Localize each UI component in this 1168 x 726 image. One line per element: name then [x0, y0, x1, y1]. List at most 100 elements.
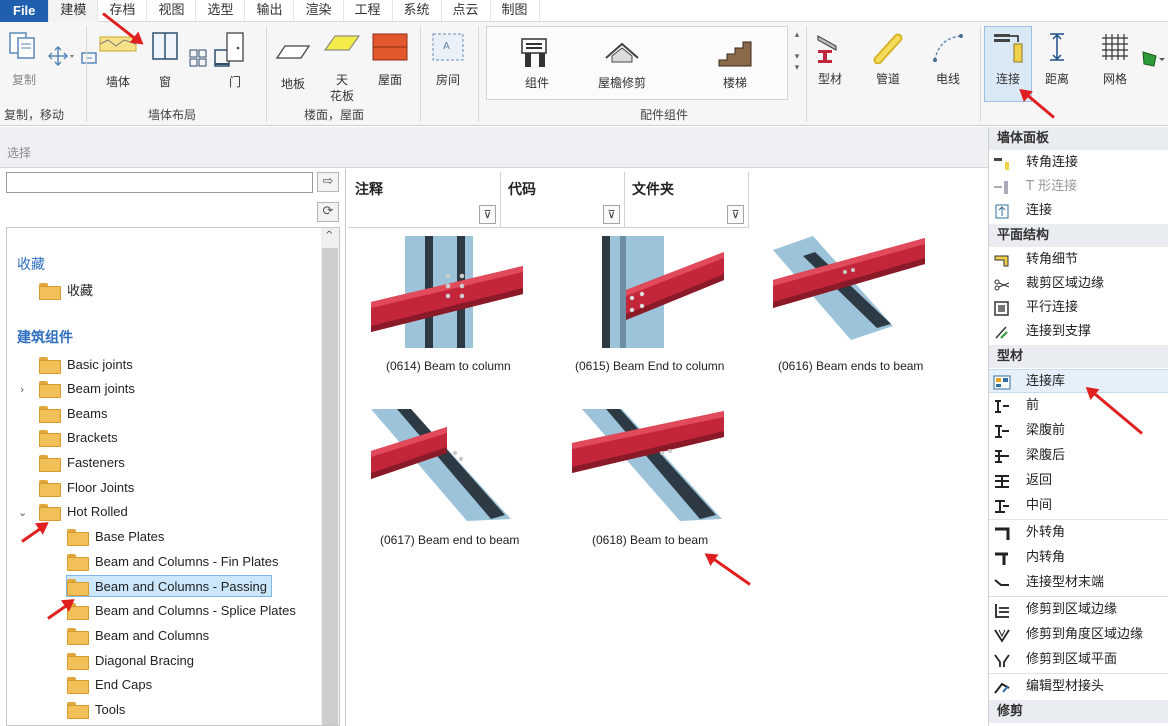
expand-icon[interactable]: › — [20, 383, 24, 396]
menu-project[interactable]: 工程 — [344, 0, 393, 22]
window-button[interactable]: 窗 — [148, 32, 182, 90]
menu-system[interactable]: 系统 — [393, 0, 442, 22]
search-input[interactable] — [6, 172, 313, 193]
column-header-code[interactable]: 代码 ⊽ — [501, 172, 625, 228]
item-0617-caption[interactable]: (0617) Beam end to beam — [380, 533, 519, 547]
filter-icon[interactable]: ⊽ — [479, 205, 496, 224]
menu-t-connect[interactable]: T 形连接 — [989, 175, 1168, 199]
menu-corner-connect[interactable]: 转角连接 — [989, 151, 1168, 175]
pipe-button[interactable]: 管道 — [868, 30, 908, 87]
component-button[interactable]: 组件 — [514, 36, 560, 91]
menu-outer-corner[interactable]: 外转角 — [989, 521, 1168, 545]
scroll-up-icon[interactable]: ^ — [325, 230, 333, 241]
menu-inner-corner[interactable]: 内转角 — [989, 546, 1168, 570]
menu-selection[interactable]: 选型 — [196, 0, 246, 22]
item-0615[interactable] — [572, 236, 724, 352]
tree-item-splice-plates[interactable]: Beam and Columns - Splice Plates — [67, 600, 296, 622]
tree-item-base-plates[interactable]: Base Plates — [67, 526, 164, 548]
tree-item-fin-plates[interactable]: Beam and Columns - Fin Plates — [67, 551, 279, 573]
room-button[interactable]: A 房间 — [428, 32, 468, 88]
item-0614-caption[interactable]: (0614) Beam to column — [386, 359, 511, 373]
tree-item-floor-joints[interactable]: Floor Joints — [39, 477, 134, 499]
menu-return[interactable]: 返回 — [989, 469, 1168, 493]
menu-archive[interactable]: 存档 — [98, 0, 148, 22]
tree-item-tools[interactable]: Tools — [67, 699, 125, 721]
menu-corner-detail[interactable]: 转角细节 — [989, 248, 1168, 272]
roof-button[interactable]: 屋面 — [368, 32, 412, 88]
menu-wall-connect[interactable]: 连接 — [989, 199, 1168, 223]
tree-item-favorites[interactable]: 收藏 — [39, 280, 93, 302]
scroll-thumb[interactable] — [322, 248, 338, 725]
menu-file[interactable]: File — [0, 0, 50, 22]
column-header-folder[interactable]: 文件夹 ⊽ — [625, 172, 749, 228]
door-button[interactable]: 门 — [222, 32, 248, 90]
menu-connect-profile-end[interactable]: 连接型材末端 — [989, 571, 1168, 595]
tree-item-beams[interactable]: Beams — [39, 403, 107, 425]
tree-item-hot-rolled[interactable]: Hot Rolled — [39, 501, 128, 523]
column-header-comment[interactable]: 注释 ⊽ — [348, 172, 501, 228]
grid-button[interactable]: 网格 — [1094, 30, 1136, 87]
menu-front[interactable]: 前 — [989, 394, 1168, 418]
item-0615-caption[interactable]: (0615) Beam End to column — [575, 359, 724, 373]
distance-button[interactable]: 距离 — [1036, 30, 1078, 87]
menu-pointcloud[interactable]: 点云 — [442, 0, 491, 22]
gallery-scroll[interactable]: ▴ ▾ ▾ — [791, 30, 803, 74]
menu-connection-library[interactable]: 连接库 — [989, 369, 1168, 393]
tree-scrollbar[interactable]: ^ — [321, 228, 339, 725]
menu-item-label: 连接型材末端 — [1026, 575, 1105, 590]
menu-connect-support[interactable]: 连接到支撑 — [989, 320, 1168, 344]
copy-label: 复制 — [11, 73, 36, 87]
stairs-button[interactable]: 楼梯 — [712, 36, 758, 91]
window-grid-button[interactable] — [188, 36, 230, 71]
item-0617[interactable] — [371, 409, 523, 525]
menu-web-back[interactable]: 梁腹后 — [989, 444, 1168, 468]
tree-item-beam-and-columns[interactable]: Beam and Columns — [67, 625, 209, 647]
tree-item-beam-joints[interactable]: Beam joints — [39, 378, 135, 400]
tree-item-label: Beam and Columns - Fin Plates — [95, 554, 279, 569]
menu-trim-to-area-edge[interactable]: 修剪到区域边缘 — [989, 598, 1168, 622]
eaves-button[interactable]: 屋檐修剪 — [590, 36, 654, 91]
extra-tools-button[interactable] — [1140, 34, 1168, 73]
item-0616[interactable] — [773, 236, 925, 352]
item-0616-caption[interactable]: (0616) Beam ends to beam — [778, 359, 923, 373]
tree-item-diagonal-bracing[interactable]: Diagonal Bracing — [67, 650, 194, 672]
copy-button[interactable]: 复制 — [4, 30, 44, 88]
item-0618-caption[interactable]: (0618) Beam to beam — [592, 533, 708, 547]
go-button[interactable]: ⇨ — [317, 172, 339, 192]
menu-output[interactable]: 输出 — [245, 0, 295, 22]
filter-icon[interactable]: ⊽ — [727, 205, 744, 224]
move-button[interactable] — [47, 34, 97, 69]
item-0618[interactable] — [572, 409, 724, 525]
refresh-button[interactable]: ⟳ — [317, 202, 339, 222]
column-title: 注释 — [355, 182, 383, 198]
tree-item-basic-joints[interactable]: Basic joints — [39, 354, 133, 376]
collapse-icon[interactable]: ⌄ — [18, 506, 27, 519]
tree-item-end-caps[interactable]: End Caps — [67, 674, 152, 696]
menu-render[interactable]: 渲染 — [294, 0, 344, 22]
tree-item-label: Diagonal Bracing — [95, 653, 195, 668]
slab-button[interactable]: 地板 — [274, 40, 312, 92]
menu-trim-edge[interactable]: 裁剪区域边缘 — [989, 272, 1168, 296]
menu-parallel-connect[interactable]: 平行连接 — [989, 296, 1168, 320]
menu-middle[interactable]: 中间 — [989, 494, 1168, 518]
tree-item-label: Beam and Columns — [95, 628, 210, 643]
menu-drawing[interactable]: 制图 — [491, 0, 540, 22]
menu-edit-profile-joint[interactable]: 编辑型材接头 — [989, 675, 1168, 699]
tree-item-brackets[interactable]: Brackets — [39, 427, 118, 449]
menu-item-label: 前 — [1026, 398, 1040, 413]
menu-trim-to-angle-edge[interactable]: 修剪到角度区域边缘 — [989, 623, 1168, 647]
profile-button[interactable]: 型材 — [810, 30, 850, 87]
menu-modeling[interactable]: 建模 — [49, 0, 99, 22]
menu-item-label: 连接库 — [1026, 374, 1066, 389]
component-list: 注释 ⊽ 代码 ⊽ 文件夹 ⊽ (0614) Beam to column (0… — [345, 169, 988, 726]
tree-item-passing[interactable]: Beam and Columns - Passing — [66, 575, 272, 597]
menu-trim-to-area-plane[interactable]: 修剪到区域平面 — [989, 648, 1168, 672]
filter-icon[interactable]: ⊽ — [603, 205, 620, 224]
menu-view[interactable]: 视图 — [147, 0, 197, 22]
divider — [989, 519, 1168, 520]
tree-item-fasteners[interactable]: Fasteners — [39, 452, 125, 474]
item-0614[interactable] — [371, 236, 523, 352]
cable-button[interactable]: 电线 — [926, 30, 970, 87]
ceiling-button[interactable]: 天 花板 — [322, 32, 362, 104]
favorites-header: 收藏 — [17, 257, 45, 273]
